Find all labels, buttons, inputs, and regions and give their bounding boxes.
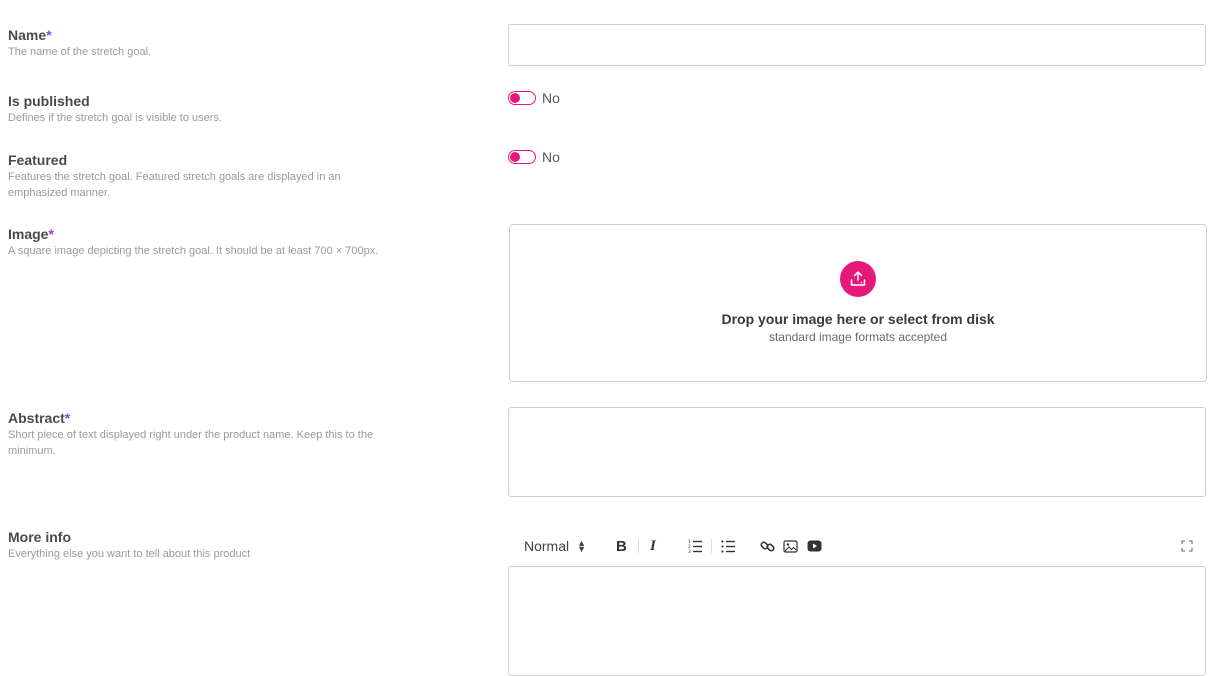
- image-dropzone[interactable]: Drop your image here or select from disk…: [509, 224, 1207, 382]
- dropzone-title[interactable]: Drop your image here or select from disk: [510, 311, 1206, 327]
- bullet-list-icon[interactable]: [720, 535, 736, 557]
- abstract-textarea[interactable]: [508, 407, 1206, 497]
- name-help: The name of the stretch goal.: [8, 46, 152, 58]
- abstract-label: Abstract*: [8, 410, 71, 426]
- svg-text:3: 3: [688, 549, 691, 553]
- required-mark: *: [64, 410, 71, 426]
- more-info-editor[interactable]: [508, 566, 1206, 676]
- image-icon[interactable]: [782, 535, 798, 557]
- select-arrows-icon: ▲ ▼: [577, 538, 587, 554]
- italic-button[interactable]: I: [650, 535, 656, 557]
- published-help: Defines if the stretch goal is visible t…: [8, 112, 222, 124]
- image-label-block: Image* A square image depicting the stre…: [8, 226, 408, 259]
- abstract-help: Short piece of text displayed right unde…: [8, 427, 408, 459]
- editor-toolbar: Normal ▲ ▼ B I 1 2 3: [508, 535, 1206, 557]
- published-toggle-row: No: [508, 89, 560, 107]
- name-label-block: Name* The name of the stretch goal.: [8, 27, 408, 60]
- required-mark: *: [46, 27, 52, 43]
- more-info-label: More info: [8, 529, 71, 545]
- featured-label: Featured: [8, 152, 68, 168]
- abstract-help-line2: minimum.: [8, 445, 56, 457]
- image-help: A square image depicting the stretch goa…: [8, 245, 379, 257]
- more-info-label-block: More info Everything else you want to te…: [8, 529, 408, 562]
- toolbar-divider: [711, 539, 712, 553]
- toggle-knob: [510, 151, 520, 162]
- block-style-select[interactable]: Normal ▲ ▼: [524, 535, 586, 557]
- bold-button[interactable]: B: [616, 535, 627, 557]
- ordered-list-icon[interactable]: 1 2 3: [687, 535, 703, 557]
- featured-toggle-text: No: [542, 149, 560, 165]
- featured-help: Features the stretch goal. Featured stre…: [8, 169, 408, 201]
- toggle-knob: [510, 92, 520, 103]
- dropzone-subtitle: standard image formats accepted: [768, 330, 948, 344]
- featured-toggle[interactable]: [508, 150, 536, 164]
- link-icon[interactable]: [759, 535, 775, 557]
- published-label: Is published: [8, 93, 90, 109]
- featured-help-line1: Features the stretch goal. Featured stre…: [8, 171, 341, 183]
- published-toggle[interactable]: [508, 91, 536, 105]
- abstract-help-line1: Short piece of text displayed right unde…: [8, 429, 374, 441]
- toolbar-divider: [638, 539, 639, 553]
- name-input[interactable]: [508, 24, 1206, 66]
- upload-icon[interactable]: [840, 261, 876, 297]
- featured-help-line2: emphasized manner.: [8, 187, 111, 199]
- fullscreen-icon[interactable]: [1179, 535, 1195, 557]
- published-toggle-text: No: [542, 90, 560, 106]
- required-mark: *: [48, 226, 54, 242]
- name-label: Name*: [8, 27, 52, 43]
- featured-label-block: Featured Features the stretch goal. Feat…: [8, 152, 408, 201]
- image-label: Image*: [8, 226, 54, 242]
- video-icon[interactable]: [806, 535, 822, 557]
- more-info-help: Everything else you want to tell about t…: [8, 548, 251, 560]
- block-style-value: Normal: [524, 538, 570, 554]
- published-label-block: Is published Defines if the stretch goal…: [8, 93, 408, 126]
- abstract-label-block: Abstract* Short piece of text displayed …: [8, 410, 408, 459]
- featured-toggle-row: No: [508, 148, 560, 166]
